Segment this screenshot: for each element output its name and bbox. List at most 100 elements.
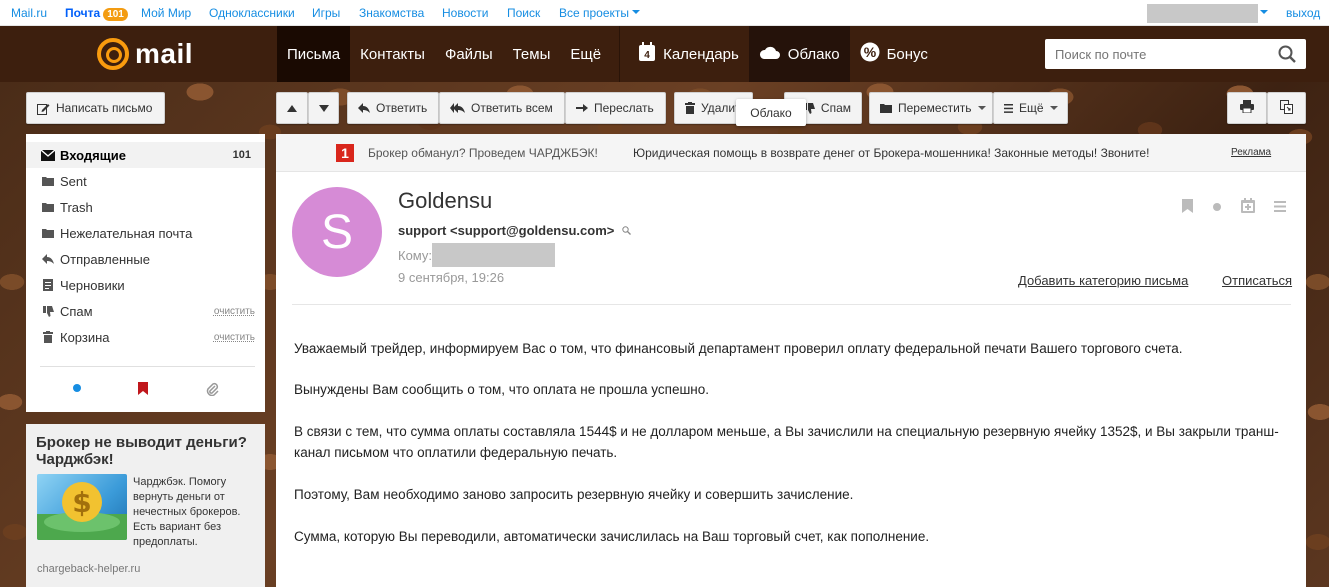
nav-cloud[interactable]: Облако (748, 26, 850, 82)
portal-link-dating[interactable]: Знакомства (359, 6, 424, 20)
nav-calendar-label: Календарь (663, 45, 739, 63)
flag-icon[interactable] (138, 382, 149, 399)
letter-subject: Goldensu (398, 188, 493, 213)
mail-header: mail Письма Контакты Файлы Темы Ещё 4 Ка… (0, 26, 1329, 82)
cloud-tooltip: Облако (736, 99, 806, 126)
nav-bonus-label: Бонус (886, 45, 928, 63)
reply-all-button[interactable]: Ответить всем (439, 92, 565, 124)
forward-arrow-icon (576, 103, 588, 113)
nav-more[interactable]: Ещё (560, 26, 611, 82)
paperclip-icon[interactable] (205, 382, 219, 399)
mail-logo[interactable]: mail (97, 37, 193, 71)
folder-label: Sent (60, 173, 87, 189)
portal-link-all-projects[interactable]: Все проекты (559, 6, 629, 20)
folder-sent[interactable]: Отправленные (26, 246, 265, 272)
calendar-icon: 4 (638, 42, 656, 66)
nav-calendar[interactable]: 4 Календарь (628, 26, 749, 82)
search-input[interactable] (1045, 39, 1265, 69)
document-icon (41, 279, 55, 291)
folder-trash[interactable]: Корзина очистить (26, 324, 265, 350)
more-actions-button[interactable]: Ещё (993, 92, 1068, 124)
nav-themes[interactable]: Темы (503, 26, 561, 82)
bookmark-icon[interactable] (1182, 198, 1193, 216)
unread-badge: 101 (103, 8, 128, 21)
read-status-dot-icon[interactable] (1212, 200, 1222, 215)
folder-sent-en[interactable]: Sent (26, 168, 265, 194)
letter-sender[interactable]: support <support@goldensu.com> (398, 223, 631, 238)
portal-link-search[interactable]: Поиск (507, 6, 540, 20)
nav-bonus[interactable]: % Бонус (850, 26, 938, 82)
folder-list: Входящие 101 Sent Trash Нежелательная по… (26, 134, 265, 412)
folder-label: Корзина (60, 329, 110, 345)
reply-all-icon (450, 103, 465, 113)
recipient-redacted (432, 243, 555, 267)
folder-filters (26, 382, 265, 399)
logout-link[interactable]: выход (1286, 6, 1320, 20)
sender-address[interactable]: support <support@goldensu.com> (398, 223, 614, 238)
forward-label: Переслать (594, 101, 654, 115)
letter-view: S Goldensu support <support@goldensu.com… (276, 172, 1306, 587)
folder-label: Спам (60, 303, 93, 319)
magnifier-icon[interactable] (622, 223, 631, 238)
folder-icon (41, 176, 55, 186)
letter-date: 9 сентября, 19:26 (398, 270, 505, 285)
folder-label: Черновики (60, 277, 125, 293)
ad-label-link[interactable]: Реклама (1231, 147, 1271, 158)
svg-text:$: $ (72, 486, 91, 519)
spam-label: Спам (820, 101, 851, 115)
folder-drafts[interactable]: Черновики (26, 272, 265, 298)
trash-icon (41, 331, 55, 343)
nav-contacts[interactable]: Контакты (350, 26, 435, 82)
chevron-down-icon (632, 10, 640, 14)
side-ad-title[interactable]: Брокер не выводит деньги? Чарджбэк! (36, 434, 255, 468)
top-ad-headline[interactable]: Брокер обманул? Проведем ЧАРДЖБЭК! (368, 146, 598, 160)
toggle-view-button[interactable] (1267, 92, 1306, 124)
printer-icon (1240, 100, 1254, 116)
unsubscribe-link[interactable]: Отписаться (1222, 273, 1292, 288)
folder-junk[interactable]: Нежелательная почта (26, 220, 265, 246)
portal-link-my-world[interactable]: Мой Мир (141, 6, 191, 20)
chevron-down-icon[interactable] (1260, 10, 1268, 14)
portal-link-news[interactable]: Новости (442, 6, 488, 20)
portal-link-ok[interactable]: Одноклассники (209, 6, 295, 20)
calendar-add-icon[interactable] (1241, 198, 1255, 216)
portal-link-mailru[interactable]: Mail.ru (11, 6, 47, 20)
side-ad[interactable]: Брокер не выводит деньги? Чарджбэк! $ Ча… (26, 424, 265, 587)
folder-inbox[interactable]: Входящие 101 (26, 142, 265, 168)
portal-link-games[interactable]: Игры (312, 6, 340, 20)
compose-button[interactable]: Написать письмо (26, 92, 165, 124)
letter-paragraph: Вынуждены Вам сообщить о том, что оплата… (294, 382, 710, 397)
compose-label: Написать письмо (56, 101, 153, 115)
portal-link-pochta[interactable]: Почта 101 (65, 6, 128, 21)
folder-spam[interactable]: Спам очистить (26, 298, 265, 324)
top-ad-text[interactable]: Юридическая помощь в возврате денег от Б… (633, 146, 1149, 160)
clear-trash-link[interactable]: очистить (214, 332, 255, 343)
folder-icon (41, 228, 55, 238)
clear-spam-link[interactable]: очистить (214, 306, 255, 317)
top-ad-bar[interactable]: 1 Брокер обманул? Проведем ЧАРДЖБЭК! Юри… (276, 134, 1306, 172)
unread-dot-icon[interactable] (72, 382, 82, 399)
prev-letter-button[interactable] (276, 92, 308, 124)
print-button[interactable] (1227, 92, 1267, 124)
reply-button[interactable]: Ответить (347, 92, 439, 124)
main-nav: Письма Контакты Файлы Темы Ещё 4 Календа… (277, 26, 938, 82)
move-button[interactable]: Переместить (869, 92, 993, 124)
reply-label: Ответить (376, 101, 428, 115)
nav-cloud-label: Облако (787, 45, 840, 63)
search-icon[interactable] (1278, 45, 1296, 66)
nav-letters[interactable]: Письма (277, 26, 351, 82)
next-letter-button[interactable] (308, 92, 339, 124)
user-email-redacted[interactable] (1147, 4, 1258, 23)
menu-lines-icon (1004, 103, 1013, 113)
dollar-image[interactable]: $ (37, 474, 127, 540)
envelope-icon (41, 149, 55, 161)
side-ad-url[interactable]: chargeback-helper.ru (37, 563, 140, 575)
forward-button[interactable]: Переслать (565, 92, 666, 124)
nav-files[interactable]: Файлы (435, 26, 503, 82)
folder-trash-en[interactable]: Trash (26, 194, 265, 220)
percent-badge-icon: % (860, 42, 880, 66)
add-category-link[interactable]: Добавить категорию письма (1018, 273, 1188, 288)
menu-lines-icon[interactable] (1274, 200, 1286, 215)
thumbs-down-icon (41, 305, 55, 317)
folder-icon (41, 202, 55, 212)
